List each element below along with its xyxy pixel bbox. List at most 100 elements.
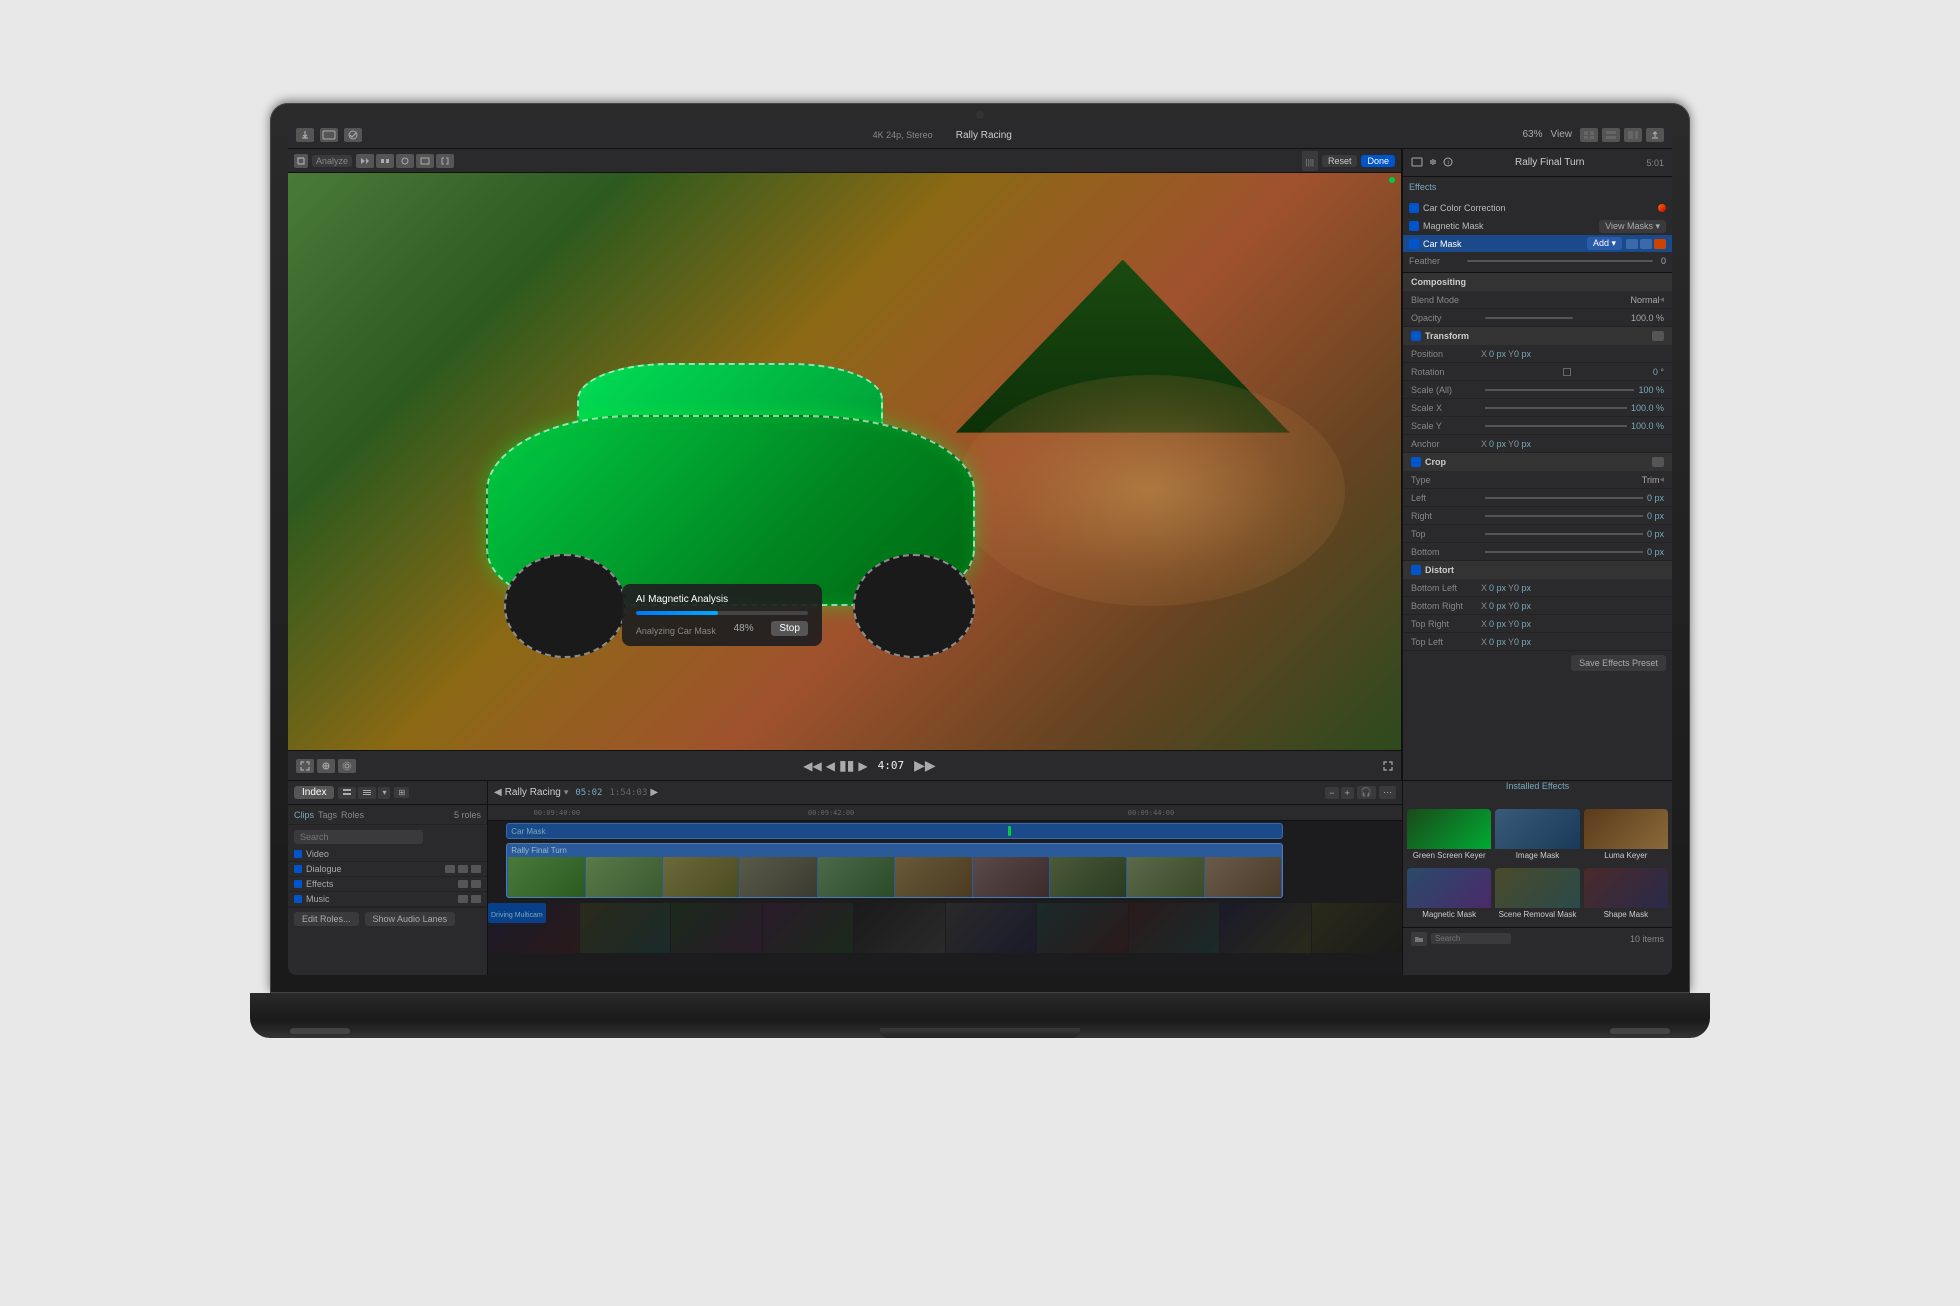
inspector-scroll-area[interactable]: Effects Car Color Correction: [1403, 177, 1672, 780]
tr-y-value[interactable]: 0 px: [1514, 619, 1531, 629]
top-left-row[interactable]: Top Left X 0 px Y 0 px: [1403, 633, 1672, 651]
music-track-icon-2[interactable]: [471, 895, 481, 903]
dialogue-role-checkbox[interactable]: [294, 865, 302, 873]
car-mask-clip[interactable]: Car Mask: [506, 823, 1283, 839]
roles-tab[interactable]: Roles: [341, 810, 364, 820]
feather-slider[interactable]: [1467, 260, 1653, 262]
mask-icon-3[interactable]: [1654, 239, 1666, 249]
effects-folder-icon[interactable]: [1411, 932, 1427, 946]
magnetic-mask-checkbox[interactable]: [1409, 221, 1419, 231]
timeline-dropdown-arrow[interactable]: ▾: [564, 787, 569, 798]
grid-icon[interactable]: [1580, 128, 1598, 142]
info-icon[interactable]: i: [1443, 157, 1453, 169]
crop-bottom-slider[interactable]: [1485, 551, 1643, 553]
tr-x-value[interactable]: 0 px: [1489, 619, 1506, 629]
video-inspector-icon[interactable]: [1411, 157, 1423, 169]
magnetic-mask-item[interactable]: Magnetic Mask View Masks ▾: [1403, 217, 1672, 235]
rotation-row[interactable]: Rotation 0 °: [1403, 363, 1672, 381]
scale-all-row[interactable]: Scale (All) 100 %: [1403, 381, 1672, 399]
save-effects-preset-button[interactable]: Save Effects Preset: [1571, 655, 1666, 671]
scale-y-slider[interactable]: [1485, 425, 1627, 427]
bl-x-value[interactable]: 0 px: [1489, 583, 1506, 593]
stop-button[interactable]: Stop: [771, 621, 808, 636]
tags-tab[interactable]: Tags: [318, 810, 337, 820]
track-icon-3[interactable]: [471, 865, 481, 873]
crop-type-row[interactable]: Type Trim ◂: [1403, 471, 1672, 489]
image-mask-thumb[interactable]: Image Mask: [1495, 809, 1579, 864]
driving-multicam-clip[interactable]: Driving Multicam: [488, 903, 1402, 953]
zoom-out-button[interactable]: −: [1325, 787, 1338, 799]
settings-tool-icon[interactable]: [338, 759, 356, 773]
green-screen-keyer-thumb[interactable]: Green Screen Keyer: [1407, 809, 1491, 864]
add-mask-button[interactable]: Add ▾: [1587, 237, 1622, 250]
crop-left-slider[interactable]: [1485, 497, 1643, 499]
zoom-to-fit-icon[interactable]: [296, 759, 314, 773]
timeline-back-button[interactable]: ◀: [494, 787, 502, 798]
tl-y-value[interactable]: 0 px: [1514, 637, 1531, 647]
circle-icon[interactable]: [396, 154, 414, 168]
crop-reset-icon[interactable]: [1652, 457, 1664, 467]
play-forward-btn[interactable]: ▶: [858, 759, 867, 773]
car-color-correction-item[interactable]: Car Color Correction: [1403, 199, 1672, 217]
rotation-dial[interactable]: [1481, 368, 1653, 376]
mask-icon-1[interactable]: [1626, 239, 1638, 249]
transform-tool-icon[interactable]: [317, 759, 335, 773]
edit-roles-button[interactable]: Edit Roles...: [294, 912, 359, 926]
filter-button[interactable]: ⊞: [394, 787, 409, 798]
crop-right-row[interactable]: Right 0 px: [1403, 507, 1672, 525]
fullscreen-btn[interactable]: [1383, 761, 1393, 771]
view-button[interactable]: View: [1551, 129, 1573, 140]
timeline-settings[interactable]: ⋯: [1379, 786, 1396, 799]
crop-top-slider[interactable]: [1485, 533, 1643, 535]
rotation-value[interactable]: 0 °: [1653, 367, 1664, 377]
pos-y-value[interactable]: 0 px: [1514, 349, 1531, 359]
clips-view-button[interactable]: [338, 787, 356, 799]
transform-reset-icon[interactable]: [1652, 331, 1664, 341]
layout-icon[interactable]: [1602, 128, 1620, 142]
mask-icon-2[interactable]: [1640, 239, 1652, 249]
rect-icon[interactable]: [416, 154, 434, 168]
crop-left-row[interactable]: Left 0 px: [1403, 489, 1672, 507]
bottom-right-row[interactable]: Bottom Right X 0 px Y 0 px: [1403, 597, 1672, 615]
export-icon[interactable]: [1646, 128, 1664, 142]
scale-slider[interactable]: [1485, 389, 1634, 391]
anchor-x-value[interactable]: 0 px: [1489, 439, 1506, 449]
scene-removal-thumb[interactable]: Scene Removal Mask: [1495, 868, 1579, 923]
anchor-y-value[interactable]: 0 px: [1514, 439, 1531, 449]
timeline-forward-button[interactable]: ▶: [650, 787, 658, 798]
zoom-in-button[interactable]: +: [1341, 787, 1354, 799]
tl-x-value[interactable]: 0 px: [1489, 637, 1506, 647]
car-mask-row[interactable]: Car Mask Add ▾: [1403, 235, 1672, 252]
crop-bottom-row[interactable]: Bottom 0 px: [1403, 543, 1672, 561]
music-role-checkbox[interactable]: [294, 895, 302, 903]
reset-button[interactable]: Reset: [1322, 155, 1358, 167]
show-audio-button[interactable]: Show Audio Lanes: [365, 912, 456, 926]
scale-x-row[interactable]: Scale X 100.0 %: [1403, 399, 1672, 417]
br-x-value[interactable]: 0 px: [1489, 601, 1506, 611]
brackets-icon[interactable]: [436, 154, 454, 168]
scale-x-slider[interactable]: [1485, 407, 1627, 409]
position-row[interactable]: Position X 0 px Y 0 px: [1403, 345, 1672, 363]
top-right-row[interactable]: Top Right X 0 px Y 0 px: [1403, 615, 1672, 633]
transform-checkbox[interactable]: [1411, 331, 1421, 341]
scale-y-row[interactable]: Scale Y 100.0 %: [1403, 417, 1672, 435]
car-mask-checkbox[interactable]: [1409, 239, 1419, 249]
done-button[interactable]: Done: [1361, 155, 1395, 167]
go-to-start-icon[interactable]: ◀◀: [803, 759, 821, 773]
group-by-button[interactable]: ▾: [378, 787, 390, 799]
index-tab-button[interactable]: Index: [294, 786, 334, 799]
crop-checkbox[interactable]: [1411, 457, 1421, 467]
crop-tool[interactable]: [294, 154, 308, 168]
download-icon[interactable]: [296, 128, 314, 142]
music-track-icon-1[interactable]: [458, 895, 468, 903]
rally-final-turn-clip[interactable]: Rally Final Turn: [506, 843, 1283, 898]
play-pause-button[interactable]: ▮▮: [839, 757, 854, 774]
track-icon-1[interactable]: [445, 865, 455, 873]
play-forward-icon[interactable]: [356, 154, 374, 168]
view-masks-button[interactable]: View Masks ▾: [1599, 220, 1666, 233]
magnetic-mask-thumb[interactable]: Magnetic Mask: [1407, 868, 1491, 923]
crop-right-slider[interactable]: [1485, 515, 1643, 517]
effects-role-checkbox[interactable]: [294, 880, 302, 888]
blend-mode-row[interactable]: Blend Mode Normal ◂: [1403, 291, 1672, 309]
audio-inspector-icon[interactable]: [1427, 157, 1439, 169]
